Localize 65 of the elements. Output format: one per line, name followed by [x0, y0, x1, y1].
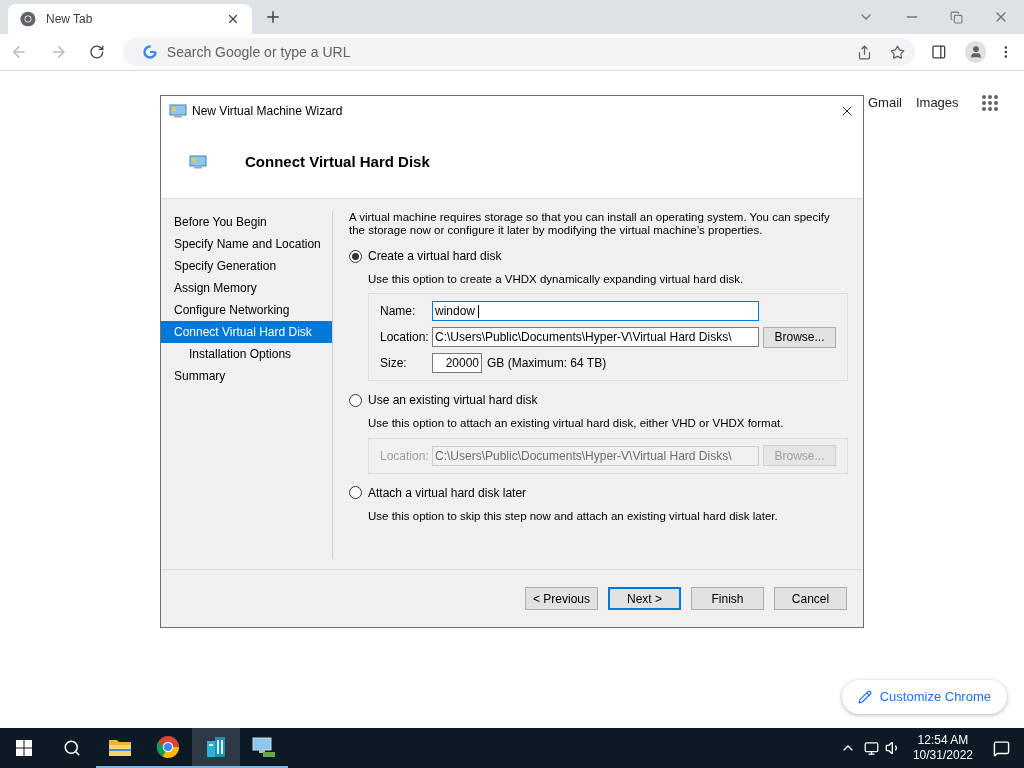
- google-icon: [142, 45, 157, 59]
- restore-icon[interactable]: [950, 10, 963, 24]
- window-title: New Virtual Machine Wizard: [192, 103, 344, 120]
- wizard-button[interactable]: < Previous: [525, 587, 598, 610]
- search-icon[interactable]: [63, 739, 81, 757]
- browse-button[interactable]: Browse...: [763, 326, 836, 348]
- vm-icon: [189, 155, 207, 169]
- chrome-icon: [156, 735, 180, 759]
- size-field[interactable]: 20000: [432, 353, 482, 374]
- option-description: Use this option to skip this step now and attach an existing virtual hard disk later.: [368, 508, 779, 524]
- wizard-button[interactable]: Finish: [691, 587, 764, 610]
- bookmark-star-icon[interactable]: [890, 44, 906, 60]
- option-label[interactable]: Attach a virtual hard disk later: [368, 483, 527, 502]
- option-description: Use this option to attach an existing virtual hard disk, either VHD or VHDX format.: [368, 416, 785, 432]
- monitor-icon: [251, 735, 277, 759]
- chrome-logo-icon: [20, 11, 36, 27]
- tab-title: New Tab: [46, 11, 94, 28]
- browser-tab[interactable]: New Tab: [8, 4, 252, 34]
- location-field[interactable]: C:\Users\Public\Documents\Hyper-V\Virtual Hard Disks\: [432, 327, 759, 348]
- clock-date[interactable]: 10/31/2022: [912, 748, 973, 763]
- buildings-icon: [204, 735, 228, 759]
- option-label[interactable]: Use an existing virtual hard disk: [368, 391, 538, 410]
- windows-logo-icon[interactable]: [16, 740, 32, 756]
- clock-time[interactable]: 12:54 AM: [917, 733, 969, 748]
- wizard-step[interactable]: Specify Generation: [161, 255, 332, 277]
- taskbar-app[interactable]: [192, 728, 240, 768]
- address-bar[interactable]: Search Google or type a URL: [122, 38, 916, 66]
- network-icon[interactable]: [863, 740, 879, 756]
- vm-icon: [169, 104, 187, 118]
- radio-button[interactable]: [349, 486, 362, 499]
- apps-grid-icon[interactable]: [980, 93, 999, 112]
- radio-button[interactable]: [349, 249, 362, 263]
- field-label: Location:: [380, 329, 430, 347]
- reload-icon[interactable]: [89, 44, 105, 60]
- pencil-icon: [857, 690, 872, 704]
- wizard-step[interactable]: Summary: [161, 365, 332, 387]
- notification-icon[interactable]: [993, 739, 1010, 757]
- wizard-button[interactable]: Next >: [608, 587, 681, 610]
- top-link[interactable]: Gmail: [868, 93, 902, 113]
- top-link[interactable]: Images: [915, 93, 959, 113]
- radio-button[interactable]: [349, 393, 362, 407]
- profile-avatar[interactable]: [964, 41, 987, 63]
- page-heading: Connect Virtual Hard Disk: [245, 151, 430, 172]
- address-placeholder: Search Google or type a URL: [166, 42, 352, 62]
- new-tab-icon[interactable]: [264, 8, 282, 26]
- share-icon[interactable]: [857, 44, 873, 60]
- wizard-button[interactable]: Cancel: [774, 587, 847, 610]
- wizard-step[interactable]: Before You Begin: [161, 211, 332, 233]
- wizard-step[interactable]: Configure Networking: [161, 299, 332, 321]
- wizard-step[interactable]: Connect Virtual Hard Disk: [161, 321, 332, 343]
- close-icon[interactable]: [226, 12, 240, 26]
- intro-text: A virtual machine requires storage so that you can install an operating system. You can specify the storage now or configure it later by modifying the virtual machine’s properties.: [349, 211, 831, 237]
- option-description: Use this option to create a VHDX dynamically expanding virtual hard disk.: [368, 272, 745, 287]
- wizard-step[interactable]: Specify Name and Location: [161, 233, 332, 255]
- size-unit-text: GB (Maximum: 64 TB): [487, 355, 607, 373]
- side-panel-icon[interactable]: [931, 44, 947, 60]
- name-field[interactable]: window: [432, 301, 759, 322]
- customize-chrome-button[interactable]: Customize Chrome: [841, 680, 1007, 714]
- folder-icon: [108, 737, 132, 757]
- wizard-step[interactable]: Installation Options: [161, 343, 332, 365]
- field-label: Name:: [380, 303, 417, 321]
- field-label: Size:: [380, 355, 408, 373]
- wizard-step[interactable]: Assign Memory: [161, 277, 332, 299]
- field-label: Location:: [380, 447, 430, 465]
- option-label[interactable]: Create a virtual hard disk: [368, 247, 502, 265]
